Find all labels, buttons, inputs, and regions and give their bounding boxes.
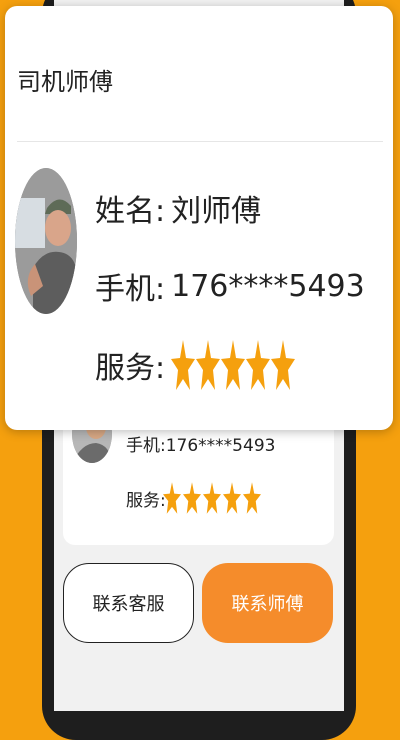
service-label-small: 服务: <box>126 491 166 511</box>
divider <box>17 141 383 142</box>
phone-value: 176****5493 <box>171 268 365 304</box>
name-value: 刘师傅 <box>171 194 262 229</box>
phone-label: 手机: <box>95 272 166 307</box>
star-icon <box>183 482 201 514</box>
star-icon <box>243 482 261 514</box>
contact-driver-button[interactable]: 联系师傅 <box>202 563 333 643</box>
star-icon <box>203 482 221 514</box>
driver-name-row: 姓名: 刘师傅 <box>95 186 261 230</box>
phone-value: 176****5493 <box>165 436 276 456</box>
service-label: 服务: <box>95 351 166 386</box>
driver-avatar <box>15 168 77 314</box>
driver-phone-row: 手机: 176****5493 <box>95 264 365 308</box>
driver-phone-small: 手机:176****5493 <box>126 431 275 456</box>
star-icon <box>271 340 296 390</box>
driver-info-popup: 司机师傅 姓名: 刘师傅 手机: 176****5493 服务: <box>5 6 393 430</box>
name-label: 姓名: <box>95 194 166 229</box>
star-icon <box>196 340 221 390</box>
popup-title: 司机师傅 <box>17 68 113 96</box>
star-icon <box>221 340 246 390</box>
service-rating <box>171 338 296 392</box>
star-icon <box>163 482 181 514</box>
star-icon <box>223 482 241 514</box>
service-rating-small <box>163 481 261 515</box>
phone-label: 手机: <box>126 436 166 456</box>
contact-service-button[interactable]: 联系客服 <box>63 563 194 643</box>
star-icon <box>246 340 271 390</box>
service-rating-row: 服务: <box>95 338 296 392</box>
star-icon <box>171 340 196 390</box>
